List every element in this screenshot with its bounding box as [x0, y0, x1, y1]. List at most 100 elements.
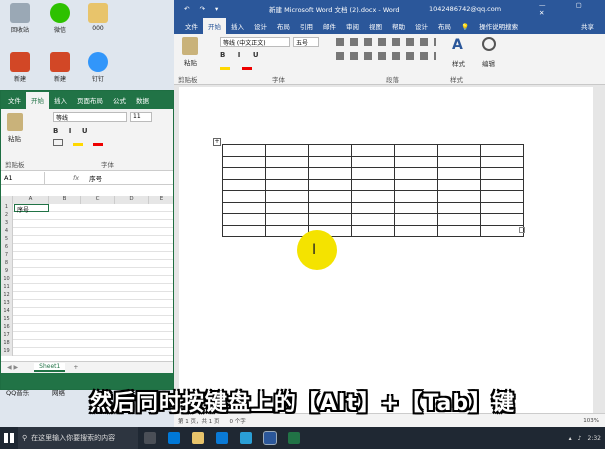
- table-cell[interactable]: [437, 144, 481, 157]
- table-resize-handle[interactable]: [519, 227, 525, 233]
- table-cell[interactable]: [351, 201, 395, 214]
- table-cell[interactable]: [437, 190, 481, 203]
- desktop-icon-folder[interactable]: 000: [80, 3, 116, 32]
- word-tab-references[interactable]: 引用: [295, 21, 318, 34]
- word-tab-layout[interactable]: 布局: [272, 21, 295, 34]
- table-cell[interactable]: [437, 178, 481, 191]
- row-header[interactable]: 12: [1, 292, 13, 300]
- excel-row[interactable]: 16: [1, 324, 173, 332]
- excel-row[interactable]: 3: [1, 220, 173, 228]
- clock[interactable]: 2:32: [588, 435, 601, 442]
- table-cell[interactable]: [222, 155, 266, 168]
- file-explorer-icon[interactable]: [192, 432, 204, 444]
- table-cell[interactable]: [308, 167, 352, 180]
- excel-row[interactable]: 17: [1, 332, 173, 340]
- styles-icon[interactable]: A: [452, 37, 470, 55]
- table-cell[interactable]: [265, 213, 309, 226]
- row-header[interactable]: 8: [1, 260, 13, 268]
- desktop-icon-dingtalk[interactable]: 钉钉: [80, 52, 116, 83]
- row-header[interactable]: 17: [1, 332, 13, 340]
- word-font-format-buttons[interactable]: B I U: [220, 51, 264, 59]
- share-button[interactable]: 共享: [576, 21, 599, 34]
- excel-row[interactable]: 10: [1, 276, 173, 284]
- account-email[interactable]: 1042486742@qq.com: [429, 5, 501, 13]
- table-cell[interactable]: [308, 144, 352, 157]
- excel-row[interactable]: 19: [1, 348, 173, 356]
- excel-grid[interactable]: A B C D E 1 2 3 4 5 6 7 8 9 10 11 12 13 14 15 16 17 18 19 …: [1, 196, 173, 356]
- table-cell[interactable]: [351, 224, 395, 237]
- table-cell[interactable]: [437, 167, 481, 180]
- word-font-name-select[interactable]: 等线 (中文正文): [220, 37, 290, 47]
- word-tab-view[interactable]: 视图: [364, 21, 387, 34]
- desktop-icon-wechat[interactable]: 微信: [42, 3, 78, 34]
- word-highlight-color-buttons[interactable]: [220, 64, 320, 72]
- table-cell[interactable]: [308, 155, 352, 168]
- zoom-level[interactable]: 103%: [583, 418, 599, 424]
- table-cell[interactable]: [351, 190, 395, 203]
- row-header[interactable]: 5: [1, 236, 13, 244]
- row-header[interactable]: 13: [1, 300, 13, 308]
- paste-icon[interactable]: [182, 37, 198, 55]
- row-header[interactable]: 2: [1, 212, 13, 220]
- table-cell[interactable]: [480, 201, 524, 214]
- mail-icon[interactable]: [168, 432, 180, 444]
- table-cell[interactable]: [480, 167, 524, 180]
- excel-tab-file[interactable]: 文件: [3, 95, 26, 109]
- column-header[interactable]: C: [81, 196, 115, 204]
- store-icon[interactable]: [216, 432, 228, 444]
- excel-row[interactable]: 11: [1, 284, 173, 292]
- table-cell[interactable]: [265, 167, 309, 180]
- excel-tab-home[interactable]: 开始: [26, 92, 49, 109]
- formula-input[interactable]: 序号: [89, 173, 102, 183]
- row-header[interactable]: 3: [1, 220, 13, 228]
- word-tab-mailings[interactable]: 邮件: [318, 21, 341, 34]
- word-tab-home[interactable]: 开始: [203, 18, 226, 34]
- table-cell[interactable]: [308, 178, 352, 191]
- row-header[interactable]: 19: [1, 348, 13, 356]
- table-cell[interactable]: [351, 213, 395, 226]
- edge-icon[interactable]: [240, 432, 252, 444]
- table-cell[interactable]: [480, 224, 524, 237]
- table-cell[interactable]: [265, 178, 309, 191]
- column-header[interactable]: A: [13, 196, 49, 204]
- excel-row[interactable]: 15: [1, 316, 173, 324]
- table-cell[interactable]: [394, 144, 438, 157]
- row-header[interactable]: 15: [1, 316, 13, 324]
- excel-tab-data[interactable]: 数据: [131, 95, 154, 109]
- excel-row[interactable]: 12: [1, 292, 173, 300]
- excel-row[interactable]: 5: [1, 236, 173, 244]
- table-cell[interactable]: [480, 155, 524, 168]
- row-header[interactable]: 16: [1, 324, 13, 332]
- table-cell[interactable]: [437, 201, 481, 214]
- network-icon[interactable]: ▴: [569, 435, 572, 442]
- word-tab-help[interactable]: 帮助: [387, 21, 410, 34]
- excel-row[interactable]: 18: [1, 340, 173, 348]
- row-header[interactable]: 6: [1, 244, 13, 252]
- excel-font-format-buttons[interactable]: B I U: [53, 127, 92, 135]
- table-cell[interactable]: [351, 144, 395, 157]
- table-cell[interactable]: [394, 190, 438, 203]
- row-header[interactable]: 7: [1, 252, 13, 260]
- table-cell[interactable]: [394, 224, 438, 237]
- row-header[interactable]: 9: [1, 268, 13, 276]
- table-cell[interactable]: [308, 201, 352, 214]
- sheet-tab-sheet1[interactable]: Sheet1: [34, 363, 66, 372]
- excel-row[interactable]: 14: [1, 308, 173, 316]
- table-cell[interactable]: [394, 201, 438, 214]
- taskbar-search-box[interactable]: ⚲ 在这里输入你要搜索的内容: [18, 427, 138, 449]
- fx-icon[interactable]: fx: [73, 174, 79, 182]
- table-cell[interactable]: [222, 167, 266, 180]
- desktop-icon-new-ppt-2[interactable]: 新建: [42, 52, 78, 83]
- excel-row[interactable]: 4: [1, 228, 173, 236]
- table-cell[interactable]: [480, 190, 524, 203]
- table-cell[interactable]: [480, 178, 524, 191]
- row-header[interactable]: 4: [1, 228, 13, 236]
- document-table[interactable]: [222, 144, 524, 237]
- document-page[interactable]: +: [179, 87, 593, 417]
- paste-icon[interactable]: [7, 113, 23, 131]
- desktop-icon-new-ppt[interactable]: 新建: [2, 52, 38, 83]
- column-header[interactable]: D: [115, 196, 149, 204]
- word-tab-review[interactable]: 审阅: [341, 21, 364, 34]
- column-header[interactable]: E: [149, 196, 173, 204]
- row-header[interactable]: 1: [1, 204, 13, 212]
